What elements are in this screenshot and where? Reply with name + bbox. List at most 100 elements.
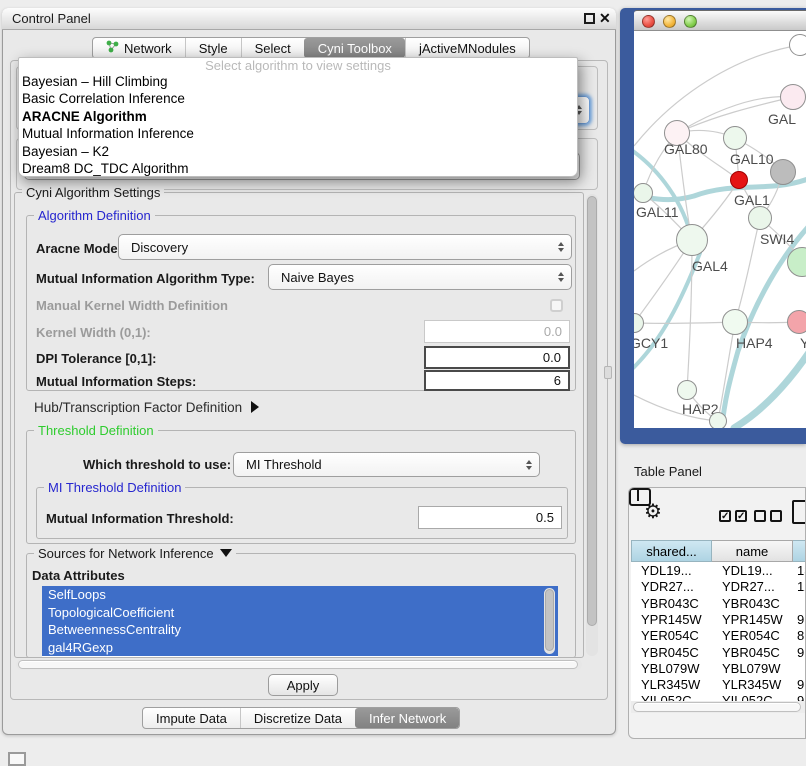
tab-network[interactable]: Network <box>93 38 185 58</box>
aracne-mode-combo[interactable]: Discovery <box>118 234 572 260</box>
table-row[interactable]: YDL19...YDL19...13 <box>631 563 806 579</box>
docked-panel-icon[interactable] <box>8 752 26 766</box>
network-node-gal1[interactable] <box>730 171 748 189</box>
control-panel-title: Control Panel <box>12 11 91 26</box>
window-close-button[interactable] <box>642 15 655 28</box>
column-header-shared[interactable]: shared... <box>631 540 712 562</box>
network-node-label: SWI4 <box>760 231 794 247</box>
control-panel-titlebar: Control Panel <box>2 8 616 30</box>
tab-select[interactable]: Select <box>241 38 304 58</box>
mi-algorithm-type-value: Naive Bayes <box>281 270 354 285</box>
attribute-item-betweennesscentrality[interactable]: BetweennessCentrality <box>42 621 558 639</box>
table-cell: YBL079W <box>631 661 712 677</box>
table-cell <box>793 661 797 677</box>
table-cell: YBR043C <box>712 596 793 612</box>
table-panel: ⚙ ✓ ✓ shared...name YDL19...YDL19...13YD… <box>628 487 806 739</box>
dpi-tolerance-value: 0.0 <box>543 350 561 365</box>
table-row[interactable]: YPR145WYPR145W9. <box>631 612 806 628</box>
tab-label: jActiveMNodules <box>419 41 516 56</box>
network-node-gal4[interactable] <box>676 224 708 256</box>
network-node[interactable] <box>709 412 727 428</box>
table-cell: YDL19... <box>712 563 793 579</box>
algorithm-option-mutual-information-inference[interactable]: Mutual Information Inference <box>19 125 577 142</box>
table-cell: 8. <box>793 628 806 644</box>
table-cell: YBR045C <box>712 645 793 661</box>
attribute-item-topologicalcoefficient[interactable]: TopologicalCoefficient <box>42 604 558 622</box>
table-row[interactable]: YER054CYER054C8. <box>631 628 806 644</box>
column-header-name[interactable]: name <box>712 540 793 562</box>
mi-threshold-field[interactable]: 0.5 <box>418 506 562 529</box>
tab-style[interactable]: Style <box>185 38 241 58</box>
network-node-hap2[interactable] <box>677 380 697 400</box>
network-node-swi4[interactable] <box>748 206 772 230</box>
algorithm-option-basic-correlation-inference[interactable]: Basic Correlation Inference <box>19 90 577 107</box>
mi-steps-label: Mutual Information Steps: <box>36 374 196 389</box>
column-header-2[interactable] <box>793 540 806 562</box>
data-attributes-list[interactable]: SelfLoopsTopologicalCoefficientBetweenne… <box>42 586 558 657</box>
select-all-icon[interactable]: ✓ <box>735 510 747 522</box>
network-node-gal11[interactable] <box>634 183 653 203</box>
tab-discretize-data[interactable]: Discretize Data <box>240 708 355 728</box>
table-row[interactable]: YDR27...YDR27...12 <box>631 579 806 595</box>
table-row[interactable]: YLR345WYLR345W9. <box>631 677 806 693</box>
table-cell: 9. <box>793 645 806 661</box>
tab-label: Select <box>255 41 291 56</box>
combo-stepper-icon <box>558 242 564 252</box>
table-horizontal-scrollbar[interactable] <box>631 701 805 713</box>
tab-infer-network[interactable]: Infer Network <box>355 708 459 728</box>
mi-algorithm-type-label: Mutual Information Algorithm Type: <box>36 271 255 286</box>
table-row[interactable]: YBL079WYBL079W <box>631 661 806 677</box>
table-cell: YBR045C <box>631 645 712 661</box>
tab-impute-data[interactable]: Impute Data <box>143 708 240 728</box>
network-node[interactable] <box>789 34 806 56</box>
table-cell <box>793 596 797 612</box>
close-icon[interactable]: ✕ <box>599 9 611 27</box>
table-cell: YLR345W <box>712 677 793 693</box>
kernel-width-value: 0.0 <box>544 324 562 339</box>
network-node-gal[interactable] <box>780 84 806 110</box>
network-canvas[interactable]: GALGAL80GAL10GAL1GAL11SWI4GAL4GCY1HAP4YH… <box>634 31 806 428</box>
network-node-label: GAL11 <box>636 204 679 220</box>
deselect-all-icon[interactable] <box>770 510 782 522</box>
select-all-icon[interactable]: ✓ <box>719 510 731 522</box>
manual-kernel-width-checkbox[interactable] <box>550 299 563 312</box>
kernel-width-field[interactable]: 0.0 <box>424 320 570 343</box>
split-pane-handle[interactable] <box>604 366 612 379</box>
settings-vertical-scrollbar[interactable] <box>586 194 598 656</box>
window-minimize-button[interactable] <box>663 15 676 28</box>
table-row[interactable]: YBR045CYBR045C9. <box>631 645 806 661</box>
attribute-item-selfloops[interactable]: SelfLoops <box>42 586 558 604</box>
algorithm-option-bayesian-k2[interactable]: Bayesian – K2 <box>19 143 577 160</box>
network-node[interactable] <box>770 159 796 185</box>
file-icon[interactable] <box>792 500 806 524</box>
aracne-mode-value: Discovery <box>131 240 188 255</box>
tab-cyni-toolbox[interactable]: Cyni Toolbox <box>304 38 405 58</box>
mi-steps-value: 6 <box>554 373 561 388</box>
mi-steps-field[interactable]: 6 <box>424 370 570 391</box>
deselect-all-icon[interactable] <box>754 510 766 522</box>
dpi-tolerance-field[interactable]: 0.0 <box>424 346 570 369</box>
cyni-bottom-tab-bar: Impute DataDiscretize DataInfer Network <box>142 707 460 729</box>
network-node-label: Y <box>800 335 806 351</box>
settings-horizontal-scrollbar[interactable] <box>16 659 582 670</box>
list-scrollbar[interactable] <box>544 588 555 654</box>
network-node-hap4[interactable] <box>722 309 748 335</box>
apply-button-label: Apply <box>287 678 320 693</box>
algorithm-option-dream8-dc-tdc-algorithm[interactable]: Dream8 DC_TDC Algorithm <box>19 160 577 177</box>
window-zoom-button[interactable] <box>684 15 697 28</box>
float-panel-icon[interactable] <box>584 13 595 24</box>
network-node-gal10[interactable] <box>723 126 747 150</box>
network-node-y[interactable] <box>787 310 806 334</box>
algorithm-option-aracne-algorithm[interactable]: ARACNE Algorithm <box>19 108 577 125</box>
algorithm-option-bayesian-hill-climbing[interactable]: Bayesian – Hill Climbing <box>19 73 577 90</box>
sources-title[interactable]: Sources for Network Inference <box>34 546 236 561</box>
apply-button[interactable]: Apply <box>268 674 338 696</box>
gear-icon[interactable]: ⚙ <box>644 499 662 524</box>
network-view-window: GALGAL80GAL10GAL1GAL11SWI4GAL4GCY1HAP4YH… <box>620 8 806 444</box>
which-threshold-combo[interactable]: MI Threshold <box>233 452 540 477</box>
table-row[interactable]: YBR043CYBR043C <box>631 596 806 612</box>
mi-algorithm-type-combo[interactable]: Naive Bayes <box>268 264 572 290</box>
hub-definition-toggle[interactable]: Hub/Transcription Factor Definition <box>34 400 259 415</box>
attribute-item-gal4rgexp[interactable]: gal4RGexp <box>42 639 558 657</box>
tab-jactivemnodules[interactable]: jActiveMNodules <box>405 38 529 58</box>
